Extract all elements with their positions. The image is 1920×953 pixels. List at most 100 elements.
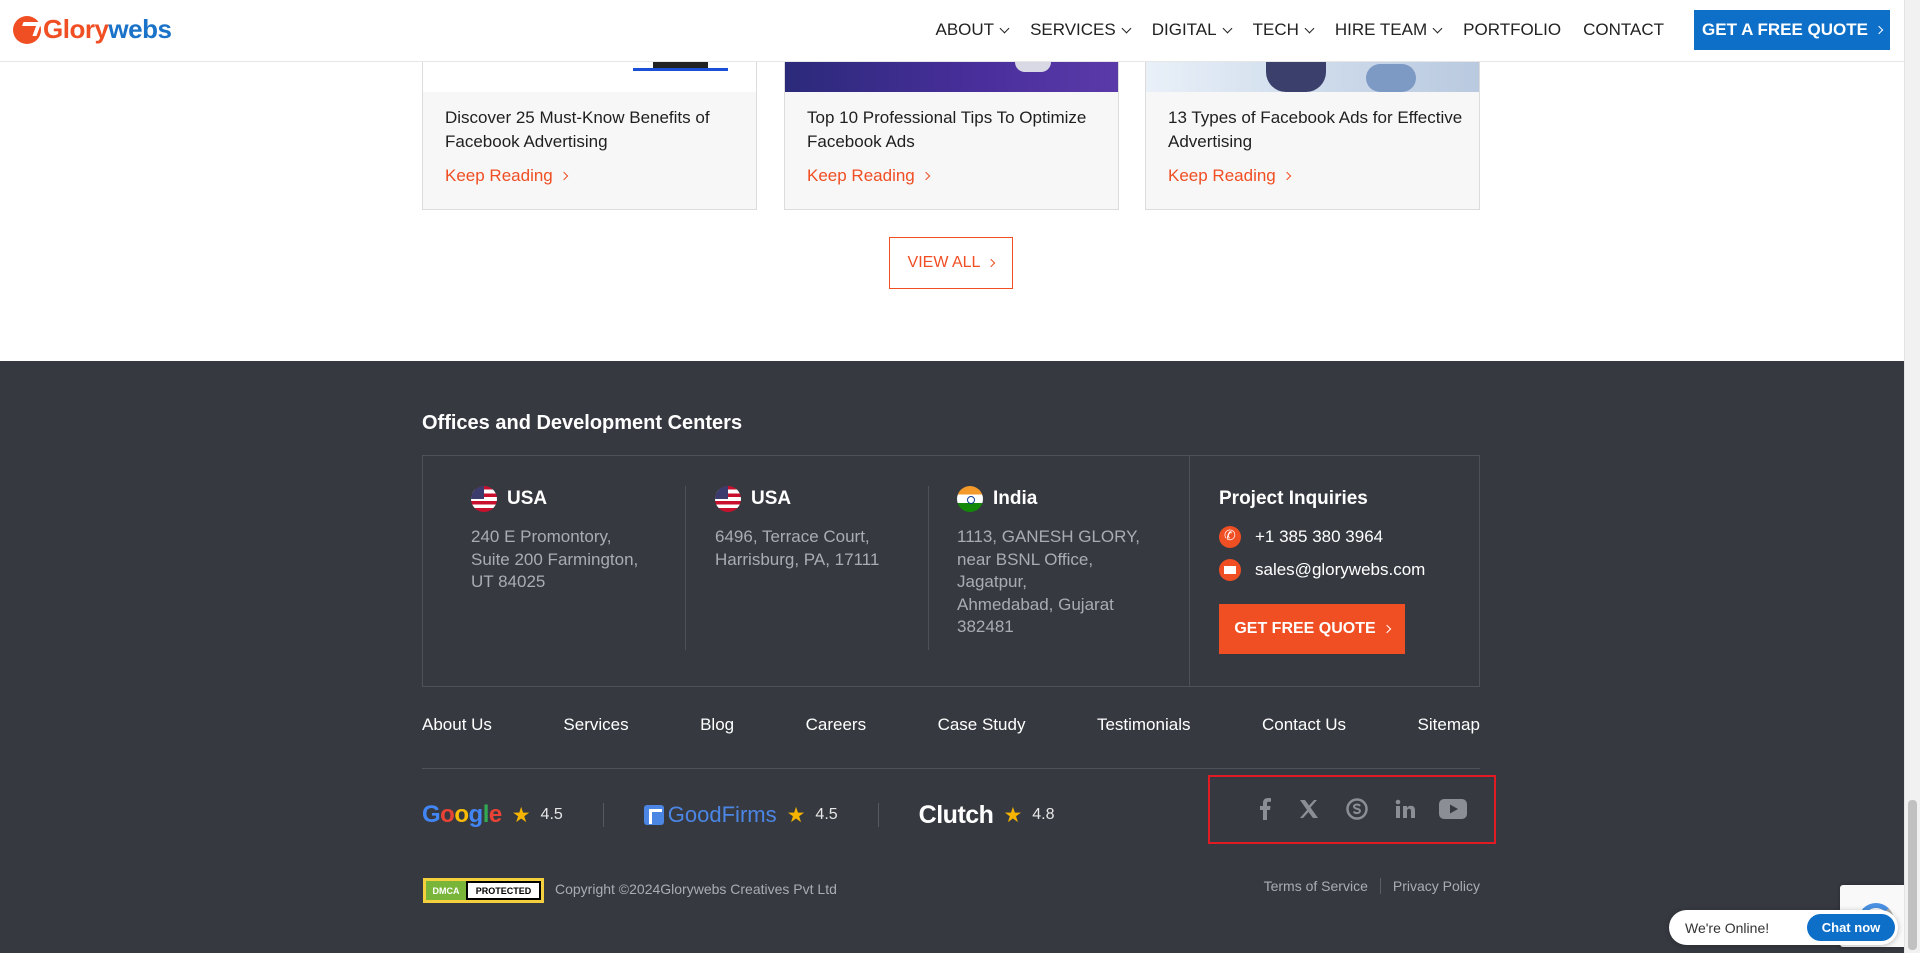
divider: [685, 486, 686, 650]
star-icon: ★: [511, 803, 531, 827]
keep-reading-link[interactable]: Keep Reading: [1168, 166, 1292, 186]
site-header: Glorywebs ABOUT SERVICES DIGITAL TECH HI…: [0, 0, 1904, 62]
project-inquiries: Project Inquiries +1 385 380 3964 sales@…: [1189, 456, 1479, 686]
chevron-down-icon: [1222, 23, 1233, 33]
footer-link-services[interactable]: Services: [563, 715, 628, 735]
skype-icon[interactable]: [1342, 794, 1372, 824]
nav-portfolio[interactable]: PORTFOLIO: [1463, 20, 1561, 40]
footer-link-blog[interactable]: Blog: [700, 715, 734, 735]
chevron-right-icon: [1282, 171, 1292, 181]
dmca-badge[interactable]: DMCA PROTECTED: [423, 878, 544, 903]
get-free-quote-button[interactable]: GET FREE QUOTE: [1219, 604, 1405, 654]
logo[interactable]: Glorywebs: [13, 14, 172, 45]
blog-card-image[interactable]: [1146, 62, 1479, 92]
chevron-down-icon: [1432, 23, 1443, 33]
office-address: 1113, GANESH GLORY, near BSNL Office, Ja…: [957, 527, 1140, 636]
keep-reading-link[interactable]: Keep Reading: [445, 166, 569, 186]
chevron-right-icon: [1874, 25, 1884, 35]
rating-score: 4.8: [1032, 806, 1055, 823]
mail-icon: [1219, 559, 1241, 581]
blog-card-title[interactable]: Discover 25 Must-Know Benefits of Facebo…: [445, 106, 745, 154]
footer-link-sitemap[interactable]: Sitemap: [1418, 715, 1480, 735]
blog-card-image[interactable]: [423, 62, 756, 92]
linkedin-icon[interactable]: [1390, 794, 1420, 824]
nav-services[interactable]: SERVICES: [1030, 20, 1132, 40]
privacy-policy-link[interactable]: Privacy Policy: [1393, 878, 1480, 894]
x-icon[interactable]: [1294, 794, 1324, 824]
youtube-icon[interactable]: [1438, 794, 1468, 824]
divider: [877, 803, 879, 827]
logo-text-webs: webs: [108, 14, 172, 44]
office-usa-harrisburg: USA 6496, Terrace Court, Harrisburg, PA,…: [715, 486, 879, 571]
footer-link-contact-us[interactable]: Contact Us: [1262, 715, 1346, 735]
chevron-right-icon: [921, 171, 931, 181]
blog-card[interactable]: 13 Types of Facebook Ads for Effective A…: [1145, 62, 1480, 210]
rating-score: 4.5: [815, 806, 838, 823]
scrollbar-thumb[interactable]: [1908, 800, 1917, 950]
divider: [602, 803, 604, 827]
star-icon: ★: [1003, 803, 1023, 827]
facebook-icon[interactable]: [1250, 794, 1280, 824]
chat-status: We're Online!: [1685, 919, 1770, 936]
copyright-text: Copyright ©2024Glorywebs Creatives Pvt L…: [555, 881, 837, 897]
main-nav: ABOUT SERVICES DIGITAL TECH HIRE TEAM PO…: [936, 0, 1665, 60]
nav-about[interactable]: ABOUT: [936, 20, 1010, 40]
phone-link[interactable]: +1 385 380 3964: [1219, 526, 1383, 548]
chevron-right-icon: [559, 171, 569, 181]
rating-clutch[interactable]: Clutch ★ 4.8: [919, 801, 1055, 830]
chat-now-button[interactable]: Chat now: [1807, 914, 1895, 941]
office-india-ahmedabad: India 1113, GANESH GLORY, near BSNL Offi…: [957, 486, 1140, 639]
blog-card-title[interactable]: Top 10 Professional Tips To Optimize Fac…: [807, 106, 1107, 154]
footer-links: About Us Services Blog Careers Case Stud…: [422, 715, 1480, 735]
divider: [928, 486, 929, 650]
project-inquiries-title: Project Inquiries: [1219, 488, 1368, 509]
chevron-down-icon: [999, 23, 1010, 33]
offices-box: USA 240 E Promontory, Suite 200 Farmingt…: [422, 455, 1480, 687]
chevron-down-icon: [1304, 23, 1315, 33]
chevron-right-icon: [987, 258, 996, 268]
blog-card-title[interactable]: 13 Types of Facebook Ads for Effective A…: [1168, 106, 1468, 154]
ratings-row: Google ★ 4.5 GoodFirms ★ 4.5 Clutch ★ 4.…: [422, 793, 1055, 837]
nav-contact[interactable]: CONTACT: [1583, 20, 1664, 40]
footer-link-testimonials[interactable]: Testimonials: [1097, 715, 1191, 735]
goodfirms-icon: [643, 805, 664, 825]
footer-link-case-study[interactable]: Case Study: [938, 715, 1026, 735]
footer-link-about-us[interactable]: About Us: [422, 715, 492, 735]
legal-links: Terms of Service Privacy Policy: [1264, 878, 1480, 894]
office-address: 240 E Promontory, Suite 200 Farmington, …: [471, 527, 639, 591]
blog-cards: Discover 25 Must-Know Benefits of Facebo…: [422, 62, 1480, 210]
social-links-highlight: [1208, 775, 1496, 844]
get-a-free-quote-button[interactable]: GET A FREE QUOTE: [1694, 10, 1890, 50]
nav-digital[interactable]: DIGITAL: [1152, 20, 1233, 40]
divider: [1379, 878, 1381, 894]
rating-goodfirms[interactable]: GoodFirms ★ 4.5: [643, 802, 838, 828]
rating-google[interactable]: Google ★ 4.5: [422, 801, 563, 829]
blog-card-image[interactable]: [785, 62, 1118, 92]
blog-card[interactable]: Discover 25 Must-Know Benefits of Facebo…: [422, 62, 757, 210]
view-all-button[interactable]: VIEW ALL: [889, 237, 1013, 289]
offices-title: Offices and Development Centers: [422, 412, 743, 434]
office-address: 6496, Terrace Court, Harrisburg, PA, 171…: [715, 527, 880, 569]
blog-card[interactable]: Top 10 Professional Tips To Optimize Fac…: [784, 62, 1119, 210]
nav-hire-team[interactable]: HIRE TEAM: [1335, 20, 1443, 40]
clutch-logo: Clutch: [918, 800, 994, 829]
nav-tech[interactable]: TECH: [1253, 20, 1315, 40]
us-flag-icon: [471, 486, 497, 512]
logo-text-glory: Glory: [43, 14, 109, 44]
site-footer: Offices and Development Centers USA 240 …: [0, 361, 1904, 953]
rating-score: 4.5: [540, 806, 563, 823]
page-scrollbar[interactable]: [1904, 0, 1920, 953]
chevron-down-icon: [1121, 23, 1132, 33]
star-icon: ★: [786, 803, 806, 827]
email-link[interactable]: sales@glorywebs.com: [1219, 559, 1425, 581]
footer-link-careers[interactable]: Careers: [806, 715, 866, 735]
phone-icon: [1219, 526, 1241, 548]
terms-of-service-link[interactable]: Terms of Service: [1264, 878, 1368, 894]
chevron-right-icon: [1382, 624, 1391, 634]
google-logo: Google: [422, 801, 502, 828]
goodfirms-logo: GoodFirms: [643, 802, 777, 828]
chat-widget[interactable]: We're Online! Chat now: [1669, 910, 1898, 945]
logo-icon: [13, 15, 41, 44]
office-usa-farmington: USA 240 E Promontory, Suite 200 Farmingt…: [471, 486, 638, 594]
keep-reading-link[interactable]: Keep Reading: [807, 166, 931, 186]
